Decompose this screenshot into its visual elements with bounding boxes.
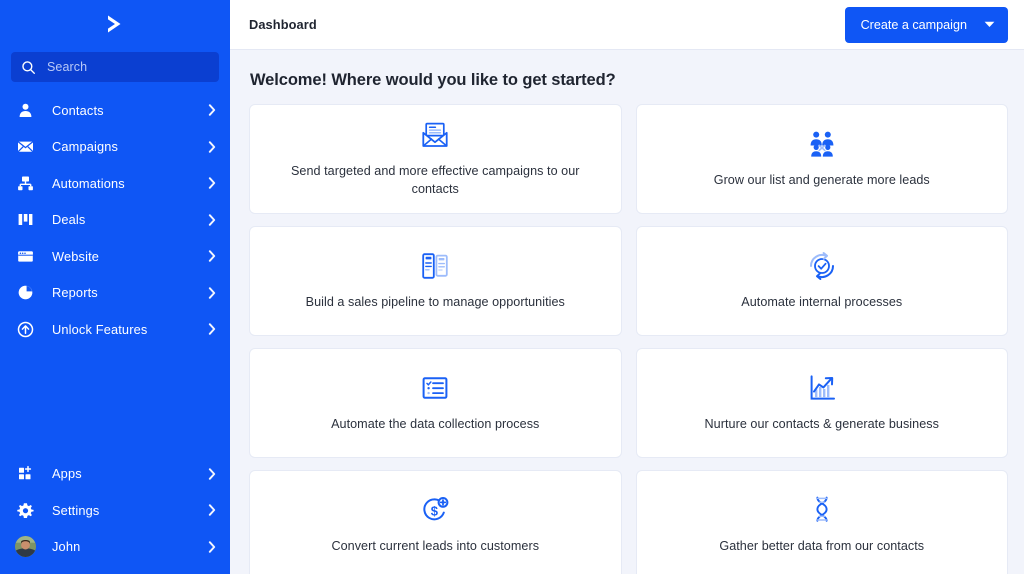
card-label: Send targeted and more effective campaig… [290, 163, 580, 196]
dna-helix-icon [816, 496, 828, 522]
create-campaign-label: Create a campaign [860, 17, 967, 32]
search-icon [22, 60, 36, 74]
arrow-up-circle-icon [17, 321, 34, 337]
chevron-right-icon [208, 541, 216, 553]
getting-started-card[interactable]: $ Convert current leads into customers [249, 470, 622, 574]
sync-check-icon [809, 251, 834, 280]
growth-chart-icon [810, 374, 835, 400]
sidebar-item-label: Campaigns [52, 139, 119, 155]
chevron-right-icon [208, 468, 216, 480]
two-people-icon [810, 131, 834, 157]
org-chart-icon [18, 176, 33, 190]
avatar [15, 536, 36, 558]
envelope-icon [17, 141, 34, 153]
sidebar-item-contacts[interactable]: Contacts [0, 92, 230, 129]
getting-started-card[interactable]: Grow our list and generate more leads [635, 104, 1008, 214]
sidebar-item-label: Contacts [52, 102, 104, 118]
sidebar-item-apps[interactable]: Apps [0, 456, 230, 493]
sidebar: Search Contacts Campaigns Automations De… [0, 0, 230, 574]
chevron-right-icon [208, 323, 216, 335]
getting-started-card[interactable]: Send targeted and more effective campaig… [249, 104, 622, 214]
sidebar-item-label: Settings [52, 502, 100, 518]
sidebar-item-label: Apps [52, 466, 82, 482]
sidebar-item-label: John [52, 539, 81, 555]
sidebar-item-settings[interactable]: Settings [0, 492, 230, 529]
getting-started-card[interactable]: Nurture our contacts & generate business [635, 348, 1008, 458]
pie-chart-icon [18, 285, 33, 300]
apps-grid-plus-icon [19, 466, 32, 480]
app-root: Search Contacts Campaigns Automations De… [0, 0, 1024, 574]
getting-started-card[interactable]: Automate the data collection process [249, 348, 622, 458]
getting-started-card-grid: Send targeted and more effective campaig… [249, 104, 1008, 574]
card-label: Automate internal processes [741, 294, 903, 309]
main-area: Dashboard Create a campaign Welcome! Whe… [230, 0, 1024, 574]
chevron-right-icon [208, 141, 216, 153]
sidebar-item-label: Unlock Features [52, 321, 148, 337]
sidebar-nav: Contacts Campaigns Automations Deals Web… [0, 92, 230, 348]
chevron-right-icon [208, 504, 216, 516]
sidebar-item-unlock-features[interactable]: Unlock Features [0, 311, 230, 348]
gear-icon [17, 503, 34, 518]
checklist-icon [422, 376, 448, 399]
sidebar-item-label: Reports [52, 285, 98, 301]
sidebar-bottom-nav: Apps Settings John [0, 456, 230, 574]
getting-started-card[interactable]: Automate internal processes [635, 226, 1008, 336]
search-input[interactable]: Search [11, 52, 219, 82]
sidebar-item-user-profile[interactable]: John [0, 529, 230, 566]
chevron-right-icon [208, 104, 216, 116]
card-label: Convert current leads into customers [331, 538, 540, 553]
welcome-heading: Welcome! Where would you like to get sta… [250, 71, 616, 89]
sidebar-item-deals[interactable]: Deals [0, 202, 230, 239]
card-label: Automate the data collection process [331, 416, 540, 431]
sidebar-item-label: Website [52, 248, 100, 264]
card-label: Gather better data from our contacts [719, 538, 925, 553]
sidebar-item-reports[interactable]: Reports [0, 275, 230, 312]
logo-container[interactable] [0, 0, 230, 48]
chevron-right-icon [208, 177, 216, 189]
card-label: Nurture our contacts & generate business [704, 416, 939, 431]
topbar: Dashboard Create a campaign [230, 0, 1024, 50]
columns-icon [18, 214, 33, 226]
create-campaign-button[interactable]: Create a campaign [844, 6, 1008, 43]
svg-text:$: $ [431, 503, 439, 518]
person-icon [19, 103, 32, 117]
sidebar-item-label: Automations [52, 175, 125, 191]
sidebar-item-campaigns[interactable]: Campaigns [0, 129, 230, 166]
card-label: Build a sales pipeline to manage opportu… [305, 294, 565, 309]
dollar-plus-icon: $ [423, 496, 449, 520]
getting-started-card[interactable]: Gather better data from our contacts [635, 470, 1008, 574]
page-title: Dashboard [249, 17, 317, 32]
chevron-down-icon [984, 21, 995, 27]
dashboard-content: Welcome! Where would you like to get sta… [230, 50, 1024, 574]
activecampaign-chevron-logo [108, 15, 121, 33]
browser-window-icon [18, 251, 33, 262]
pipeline-cards-icon [422, 252, 448, 279]
chevron-right-icon [208, 214, 216, 226]
sidebar-item-automations[interactable]: Automations [0, 165, 230, 202]
card-label: Grow our list and generate more leads [713, 172, 930, 187]
sidebar-item-website[interactable]: Website [0, 238, 230, 275]
chevron-right-icon [208, 287, 216, 299]
search-placeholder: Search [47, 60, 88, 74]
sidebar-item-label: Deals [52, 212, 86, 228]
getting-started-card[interactable]: Build a sales pipeline to manage opportu… [249, 226, 622, 336]
open-envelope-icon [422, 122, 448, 147]
chevron-right-icon [208, 250, 216, 262]
